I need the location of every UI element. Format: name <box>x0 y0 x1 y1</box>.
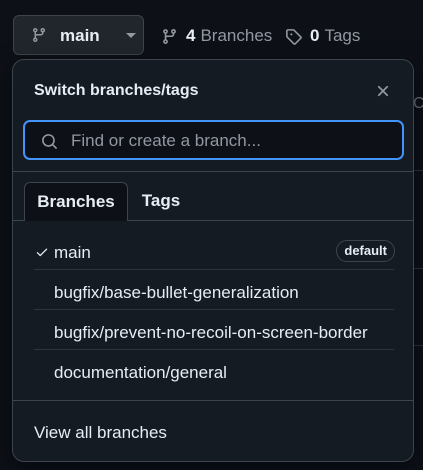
item-divider <box>34 269 394 270</box>
branch-item-bugfix-prevent-no-recoil[interactable]: bugfix/prevent-no-recoil-on-screen-borde… <box>34 312 394 352</box>
tags-count: 0 <box>310 26 320 45</box>
branch-name: main <box>54 243 91 262</box>
background-divider <box>413 345 423 346</box>
footer-divider <box>13 400 413 401</box>
branches-count: 4 <box>186 26 196 45</box>
branch-item-documentation-general[interactable]: documentation/general <box>34 352 394 392</box>
branch-search-box <box>23 120 404 160</box>
branch-name: bugfix/prevent-no-recoil-on-screen-borde… <box>54 323 368 342</box>
branches-count-link[interactable]: 4 Branches <box>161 26 272 46</box>
branch-item-main[interactable]: main default <box>34 232 395 272</box>
background-page-text: Ca <box>413 95 423 112</box>
view-all-branches-link[interactable]: View all branches <box>34 423 167 443</box>
default-badge: default <box>336 240 395 262</box>
item-divider <box>34 309 394 310</box>
tag-icon <box>286 28 302 45</box>
git-branch-icon <box>163 28 176 44</box>
branch-search-input[interactable] <box>69 128 393 154</box>
branch-name: bugfix/base-bullet-generalization <box>54 283 299 302</box>
tab-tags[interactable]: Tags <box>130 182 192 220</box>
git-branch-icon <box>32 27 45 43</box>
branch-selector-button[interactable]: main <box>13 15 144 55</box>
branches-label: Branches <box>200 26 273 45</box>
close-icon[interactable] <box>374 82 392 100</box>
current-branch-name: main <box>60 26 100 45</box>
search-icon <box>42 134 57 149</box>
divider <box>13 171 413 172</box>
branch-switcher-dropdown: Switch branches/tags Branches Tags main … <box>12 59 414 462</box>
tags-label: Tags <box>324 26 361 45</box>
branch-item-bugfix-base-bullet-generalization[interactable]: bugfix/base-bullet-generalization <box>34 272 394 312</box>
dropdown-title: Switch branches/tags <box>34 82 199 99</box>
tags-count-link[interactable]: 0 Tags <box>285 26 360 46</box>
background-divider <box>413 268 423 269</box>
caret-down-icon <box>126 33 136 38</box>
tab-branches[interactable]: Branches <box>24 182 128 221</box>
background-divider <box>413 170 423 171</box>
branch-name: documentation/general <box>54 363 227 382</box>
check-icon <box>36 248 48 257</box>
item-divider <box>34 349 394 350</box>
